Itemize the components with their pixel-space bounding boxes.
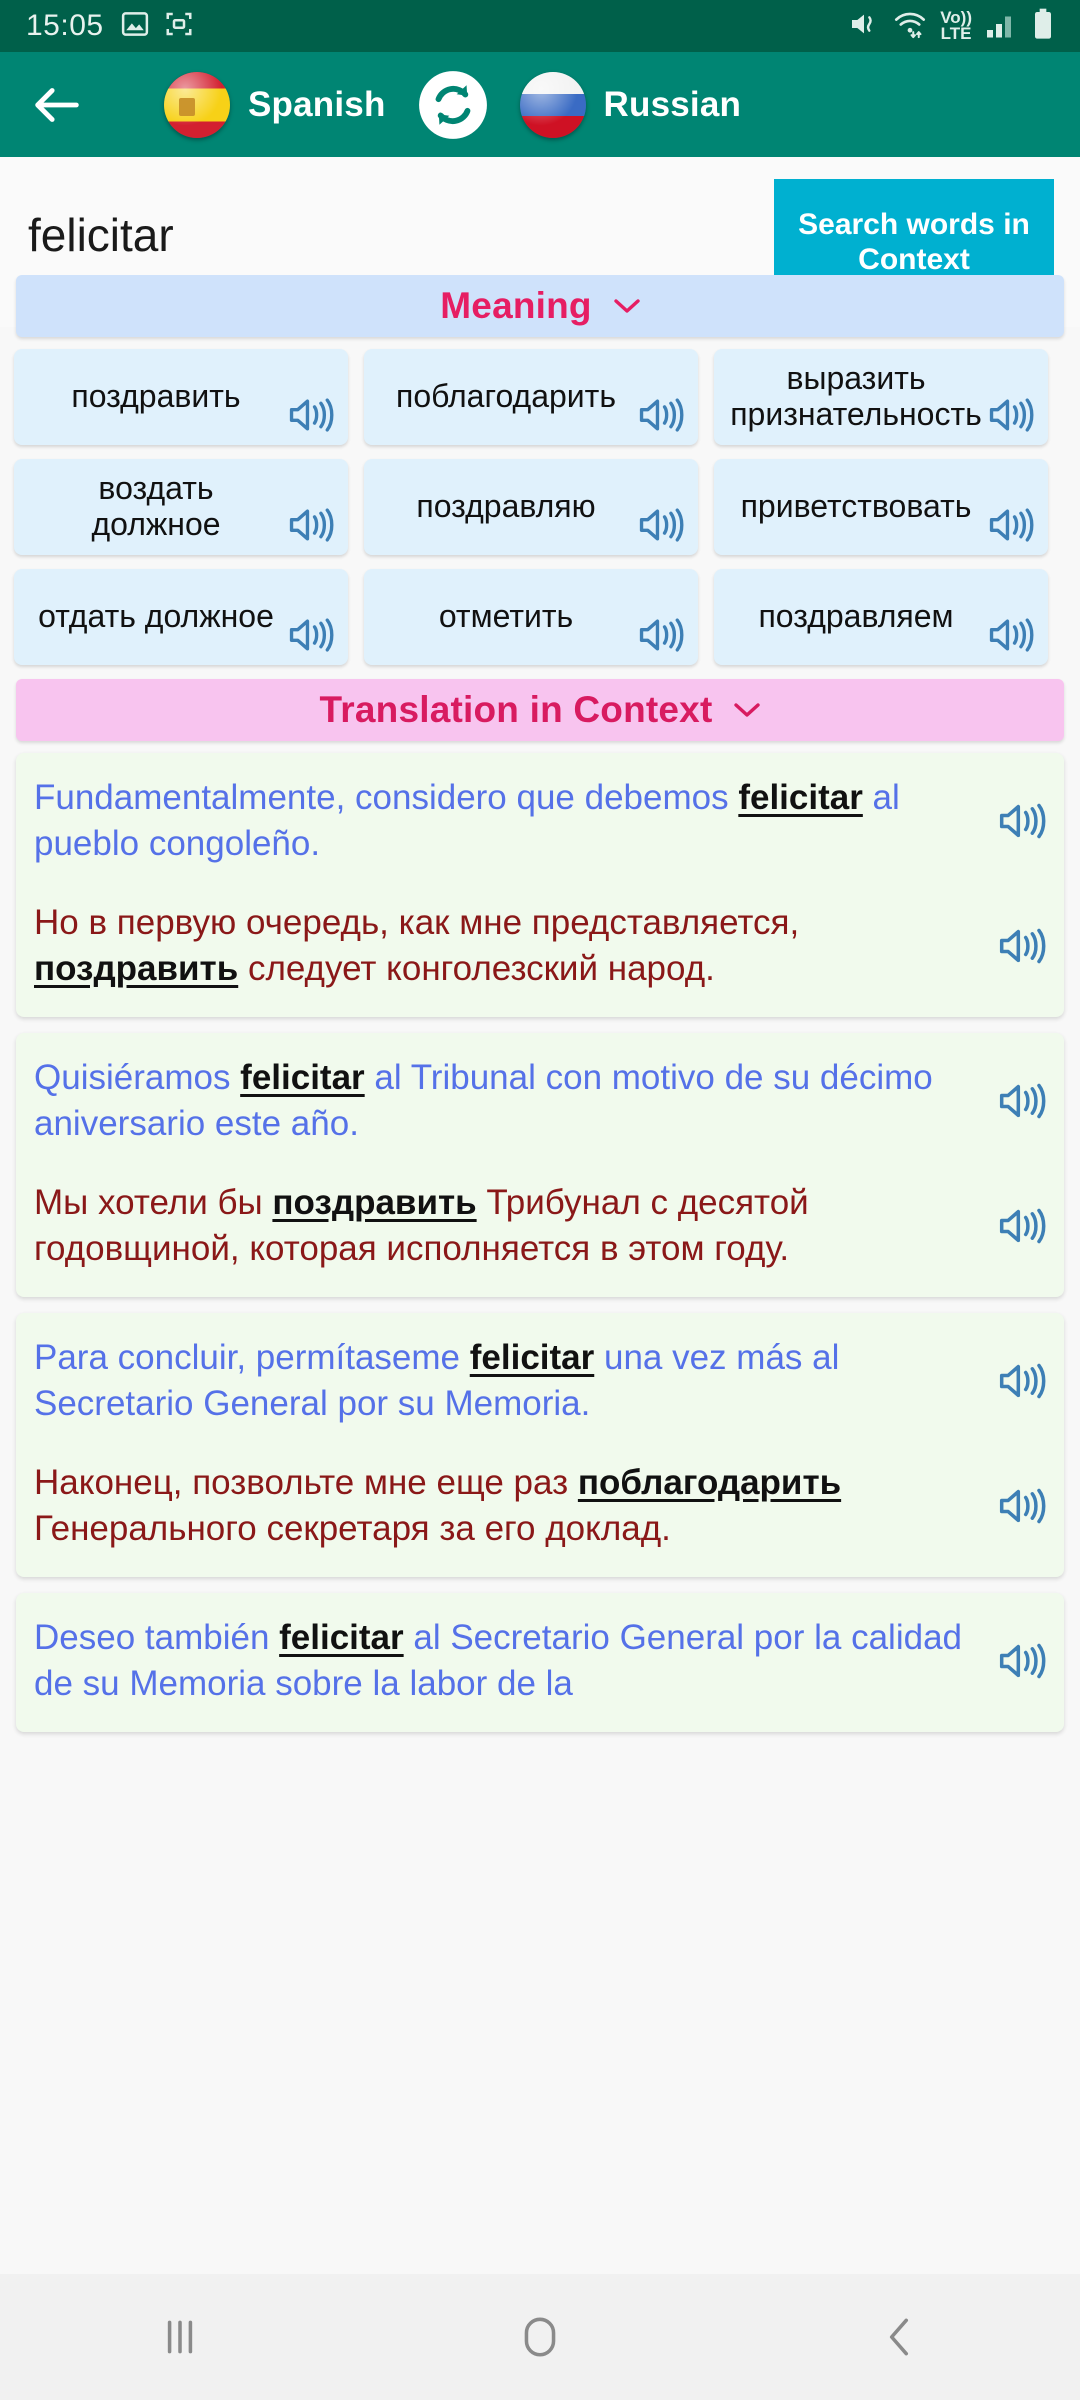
image-icon [120,9,150,44]
meaning-chip[interactable]: поблагодарить [364,349,698,445]
meaning-chip[interactable]: воздать должное [14,459,348,555]
search-field[interactable]: felicitar [24,204,752,280]
content-scroll-area[interactable]: Meaning поздравить поблагодарить выразить … [0,275,1080,2274]
speaker-icon[interactable] [998,925,1046,967]
russia-flag-icon [519,71,586,138]
target-sentence-keyword: поблагодарить [577,1463,842,1502]
meaning-chip[interactable]: поздравляю [364,459,698,555]
speaker-icon[interactable] [638,395,684,435]
volte-icon: Vo)) LTE [940,7,972,43]
wifi-icon [893,9,927,44]
meaning-chip-label: поздравить [71,379,241,415]
speaker-icon[interactable] [638,505,684,545]
battery-icon [1032,8,1054,45]
speaker-icon[interactable] [988,505,1034,545]
screenshot-icon [164,9,194,44]
context-card[interactable]: Quisiéramos felicitar al Tribunal con mo… [16,1033,1064,1297]
source-sentence-text: Fundamentalmente, considero que debemos … [34,778,900,863]
speaker-icon[interactable] [998,1205,1046,1247]
context-card[interactable]: Fundamentalmente, considero que debemos … [16,753,1064,1017]
status-bar-clock: 15:05 [26,9,104,42]
speaker-icon[interactable] [988,615,1034,655]
source-language-label: Spanish [248,84,386,124]
mute-vibrate-icon [848,8,880,45]
meaning-section-title: Meaning [440,285,592,326]
target-sentence-keyword: поздравить [272,1183,477,1222]
speaker-icon[interactable] [288,395,334,435]
source-sentence-text: Quisiéramos felicitar al Tribunal con mo… [34,1058,933,1143]
speaker-icon[interactable] [998,1080,1046,1122]
meaning-chip[interactable]: поздравить [14,349,348,445]
recents-icon[interactable] [145,2302,215,2372]
source-sentence-keyword: felicitar [469,1338,595,1377]
speaker-icon[interactable] [288,615,334,655]
target-sentence-row: Но в первую очередь, как мне представляе… [34,900,1046,991]
meaning-chip[interactable]: выразить признательность [714,349,1048,445]
target-language-selector[interactable]: Russian [519,71,742,138]
meaning-chip-label: воздать должное [91,471,221,542]
speaker-icon[interactable] [988,395,1034,435]
target-sentence-row: Мы хотели бы поздравить Трибунал с десят… [34,1180,1046,1271]
speaker-icon[interactable] [998,800,1046,842]
system-nav-bar [0,2274,1080,2400]
meaning-chip-label: поздравляю [416,489,596,525]
source-sentence-keyword: felicitar [279,1618,404,1657]
meaning-chip-label: выразить признательность [730,361,982,432]
status-bar: 15:05 Vo)) LTE [0,0,1080,52]
meaning-chip-label: приветствовать [740,489,972,525]
speaker-icon[interactable] [998,1360,1046,1402]
chevron-down-icon[interactable] [614,298,640,314]
target-sentence-keyword: поздравить [34,948,239,988]
source-sentence-keyword: felicitar [738,778,863,817]
context-card[interactable]: Para concluir, permítaseme felicitar una… [16,1313,1064,1577]
context-card-list: Fundamentalmente, considero que debemos … [0,741,1080,1732]
target-sentence-text: Наконец, позвольте мне еще раз поблагода… [34,1463,842,1548]
back-arrow-icon[interactable] [28,76,86,134]
meaning-chip[interactable]: приветствовать [714,459,1048,555]
meaning-chip-grid: поздравить поблагодарить выразить признате… [0,337,1080,665]
meaning-chip[interactable]: поздравляем [714,569,1048,665]
source-sentence-row: Quisiéramos felicitar al Tribunal con mo… [34,1055,1046,1146]
source-sentence-row: Para concluir, permítaseme felicitar una… [34,1335,1046,1426]
meaning-chip-label: отметить [438,599,574,635]
meaning-chip[interactable]: отметить [364,569,698,665]
back-icon[interactable] [865,2302,935,2372]
meaning-chip-label: поблагодарить [395,379,616,415]
source-sentence-keyword: felicitar [240,1058,365,1097]
phone-screen: 15:05 Vo)) LTE Spanish Russian felicitar… [0,0,1080,2400]
target-sentence-text: Но в первую очередь, как мне представляе… [34,903,800,988]
target-sentence-text: Мы хотели бы поздравить Трибунал с десят… [34,1183,809,1268]
speaker-icon[interactable] [998,1640,1046,1682]
meaning-chip-label: отдать должное [38,599,274,635]
speaker-icon[interactable] [288,505,334,545]
swap-languages-icon[interactable] [416,68,490,142]
source-sentence-row: Deseo también felicitar al Secretario Ge… [34,1615,1046,1706]
context-card[interactable]: Deseo también felicitar al Secretario Ge… [16,1593,1064,1732]
meaning-chip-label: поздравляем [758,599,954,635]
speaker-icon[interactable] [998,1485,1046,1527]
target-language-label: Russian [603,84,742,124]
spain-flag-icon [164,71,230,138]
speaker-icon[interactable] [638,615,684,655]
app-bar: Spanish Russian [0,52,1080,157]
chevron-down-icon[interactable] [734,702,761,718]
context-section-header[interactable]: Translation in Context [16,679,1064,741]
source-language-selector[interactable]: Spanish [164,71,386,138]
source-sentence-text: Deseo también felicitar al Secretario Ge… [34,1618,962,1703]
search-input[interactable]: felicitar [24,210,752,280]
home-icon[interactable] [505,2302,575,2372]
meaning-section-header[interactable]: Meaning [16,275,1064,337]
target-sentence-row: Наконец, позвольте мне еще раз поблагода… [34,1460,1046,1551]
signal-icon [985,9,1019,44]
meaning-chip[interactable]: отдать должное [14,569,348,665]
context-section-title: Translation in Context [319,689,713,730]
source-sentence-text: Para concluir, permítaseme felicitar una… [34,1338,840,1423]
source-sentence-row: Fundamentalmente, considero que debemos … [34,775,1046,866]
